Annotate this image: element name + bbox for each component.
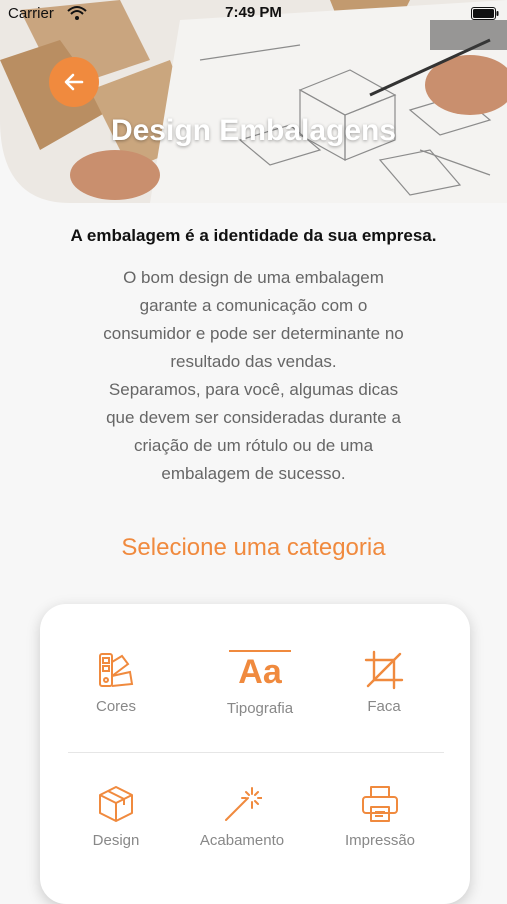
intro-description: O bom design de uma embalagem garante a … xyxy=(103,268,404,483)
category-label: Cores xyxy=(95,698,136,715)
crop-icon xyxy=(364,650,404,690)
color-swatch-icon xyxy=(99,653,134,687)
box-icon xyxy=(99,786,133,822)
typography-icon: Aa xyxy=(229,650,291,692)
category-acabamento[interactable]: Acabamento xyxy=(172,784,312,849)
category-impressao[interactable]: Impressão xyxy=(310,784,450,849)
battery-icon xyxy=(471,7,499,20)
status-time: 7:49 PM xyxy=(225,4,282,21)
category-faca[interactable]: Faca xyxy=(314,650,454,715)
category-section-title: Selecione uma categoria xyxy=(121,534,386,561)
category-label: Acabamento xyxy=(199,832,285,849)
hero-header: Carrier 7:49 PM Design Embalagens xyxy=(0,0,507,203)
category-label: Impressão xyxy=(344,832,416,849)
status-bar: Carrier 7:49 PM xyxy=(0,0,507,28)
back-button[interactable] xyxy=(49,57,99,107)
category-tipografia[interactable]: Aa Tipografia xyxy=(190,650,330,717)
magic-wand-icon xyxy=(225,787,262,821)
printer-icon xyxy=(362,786,398,822)
category-divider xyxy=(68,752,444,753)
category-design[interactable]: Design xyxy=(46,784,186,849)
intro-subtitle: A embalagem é a identidade da sua empres… xyxy=(70,226,437,245)
category-cores[interactable]: Cores xyxy=(46,650,186,715)
category-card: Cores Aa Tipografia Faca Design Acabamen… xyxy=(40,604,470,904)
arrow-left-icon xyxy=(64,73,84,91)
page-title: Design Embalagens xyxy=(110,114,397,147)
category-label: Tipografia xyxy=(226,700,294,717)
category-label: Design xyxy=(92,832,140,849)
category-label: Faca xyxy=(367,698,401,715)
